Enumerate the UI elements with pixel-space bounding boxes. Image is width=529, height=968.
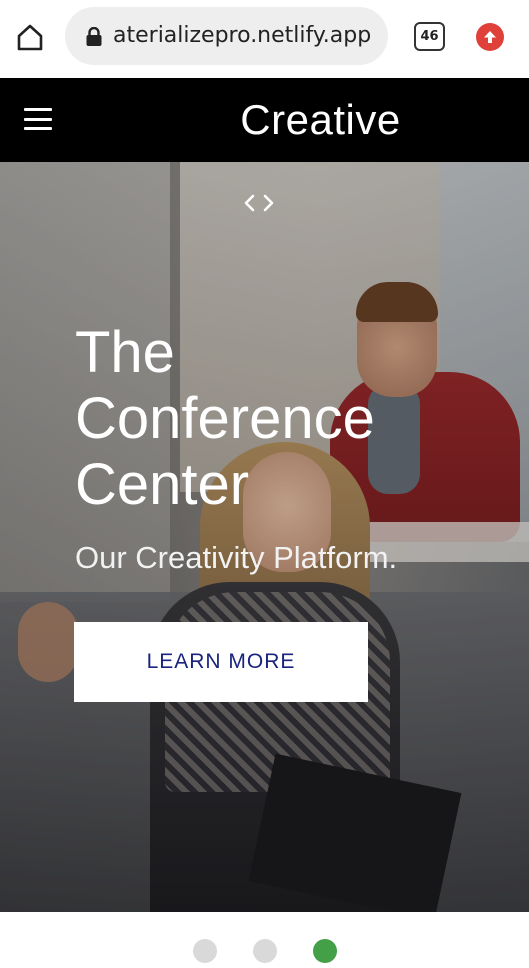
url-text: aterializepro.netlify.app <box>113 23 372 48</box>
browser-toolbar: aterializepro.netlify.app 46 <box>0 0 529 77</box>
site-navbar: Creative <box>0 78 529 162</box>
brand-logo[interactable]: Creative <box>0 78 529 162</box>
carousel-dot-1[interactable] <box>192 939 217 963</box>
tab-count: 46 <box>420 29 439 44</box>
hero-title-line: The <box>75 320 175 385</box>
hero-overlay <box>0 162 529 912</box>
home-icon <box>17 24 43 51</box>
learn-more-button[interactable]: LEARN MORE <box>74 622 368 702</box>
hero-slide: The Conference Center Our Creativity Pla… <box>0 162 529 912</box>
update-icon <box>484 31 496 43</box>
home-button[interactable] <box>13 20 47 54</box>
code-icon <box>244 194 274 212</box>
update-button[interactable] <box>476 23 504 51</box>
carousel-indicators <box>0 912 529 968</box>
lock-icon <box>86 27 102 46</box>
carousel-dot-3[interactable] <box>312 939 337 963</box>
hero-subtitle: Our Creativity Platform. <box>75 540 398 575</box>
tabs-button[interactable]: 46 <box>414 22 445 51</box>
hero-title: The Conference Center <box>75 320 475 518</box>
carousel-dot-2[interactable] <box>252 939 277 963</box>
address-bar[interactable]: aterializepro.netlify.app <box>65 7 388 65</box>
hero-title-line: Conference <box>75 386 375 451</box>
hero-title-line: Center <box>75 452 250 517</box>
